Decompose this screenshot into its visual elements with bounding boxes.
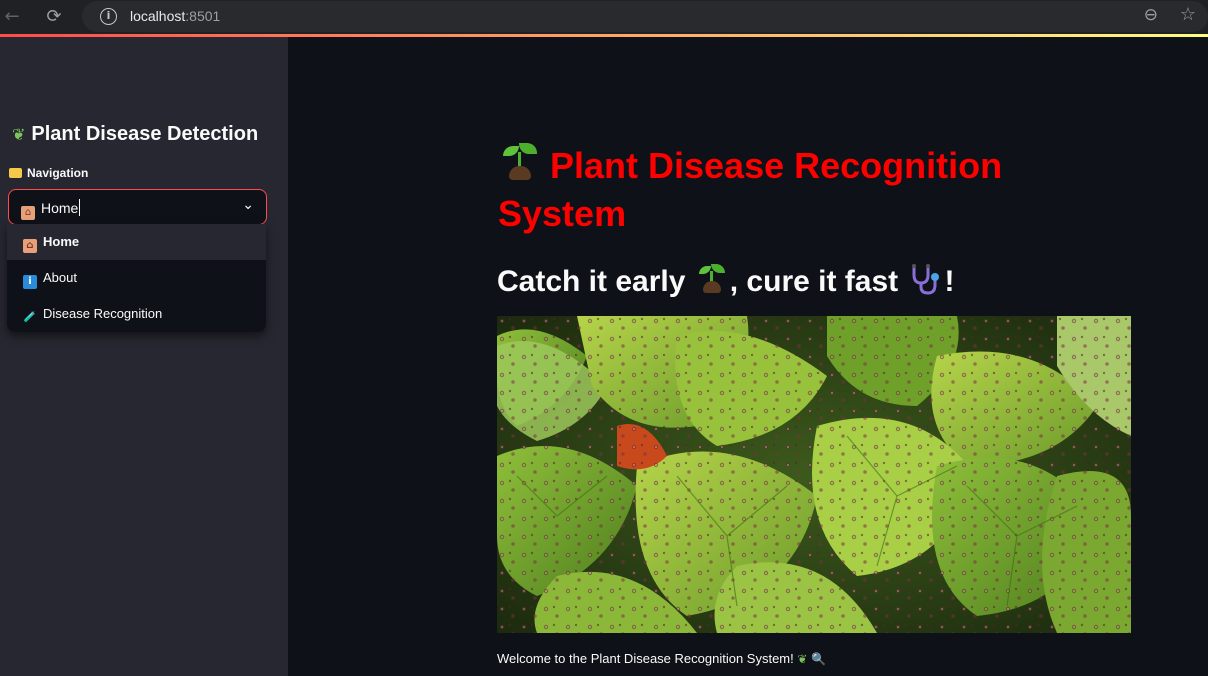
browser-toolbar: ← ⟳ i localhost:8501 ⊖ ☆ <box>0 0 1208 34</box>
navigation-dropdown-menu: ⌂ Home i About 🧪 Disease Recognition <box>7 224 266 332</box>
sidebar: ❦ Plant Disease Detection Navigation ⌂ Hom… <box>0 37 288 676</box>
sidebar-title: ❦ Plant Disease Detection <box>12 123 259 145</box>
zoom-icon[interactable]: ⊖ <box>1144 5 1158 25</box>
herb-icon: ❦ <box>797 652 808 666</box>
back-arrow-icon[interactable]: ← <box>0 5 24 29</box>
tagline-heading: Catch it early , cure it fast ! <box>497 263 955 298</box>
main-content: Plant Disease Recognition System Catch i… <box>288 37 1208 676</box>
folder-icon <box>9 168 22 178</box>
bookmark-star-icon[interactable]: ☆ <box>1180 4 1196 25</box>
page-title: Plant Disease Recognition System <box>498 142 1058 238</box>
site-info-icon[interactable]: i <box>100 8 117 25</box>
navigation-select[interactable]: ⌂ Home ⌄ <box>8 189 267 225</box>
url-text[interactable]: localhost:8501 <box>130 8 220 24</box>
herb-icon: ❦ <box>12 125 26 144</box>
chevron-down-icon[interactable]: ⌄ <box>242 197 254 213</box>
address-bar[interactable]: i localhost:8501 ⊖ ☆ <box>82 1 1208 32</box>
stethoscope-icon <box>911 264 939 295</box>
welcome-caption: Welcome to the Plant Disease Recognition… <box>497 651 826 666</box>
house-icon: ⌂ <box>23 239 37 253</box>
menu-option-disease-recognition[interactable]: 🧪 Disease Recognition <box>7 296 266 332</box>
navigation-label: Navigation <box>9 166 88 180</box>
reload-icon[interactable]: ⟳ <box>42 5 66 29</box>
test-tube-icon: 🧪 <box>23 312 37 323</box>
diseased-strawberry-leaves-image <box>497 316 1131 633</box>
seedling-icon <box>498 142 540 184</box>
house-icon: ⌂ <box>21 206 35 220</box>
menu-option-home[interactable]: ⌂ Home <box>7 224 266 260</box>
magnifier-icon: 🔍 <box>811 652 826 666</box>
select-value: ⌂ Home <box>21 199 81 220</box>
menu-option-about[interactable]: i About <box>7 260 266 296</box>
info-icon: i <box>23 275 37 289</box>
seedling-icon <box>696 263 728 295</box>
